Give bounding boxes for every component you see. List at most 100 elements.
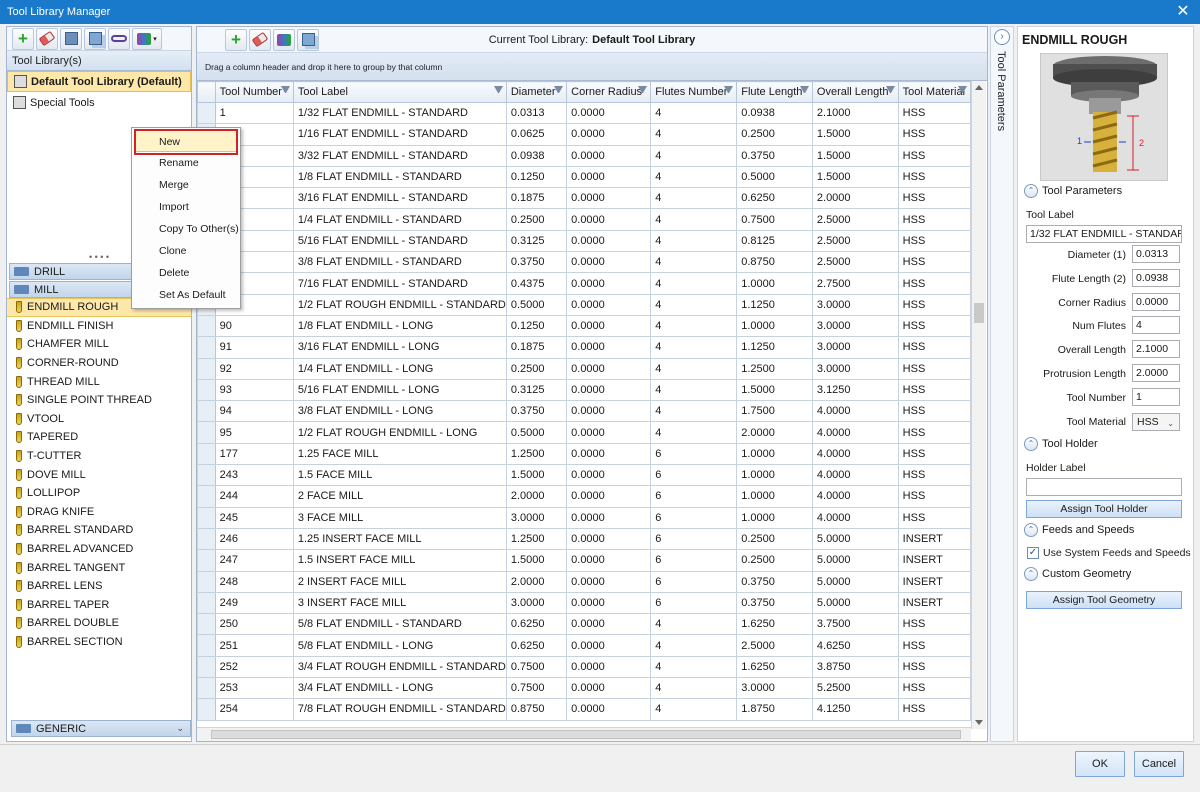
table-row[interactable]: 93 5/16 FLAT ENDMILL - LONG 0.3125 0.0000 4 1…: [197, 378, 971, 402]
table-row[interactable]: 3/16 FLAT ENDMILL - STANDARD 0.1875 0.0000…: [197, 187, 971, 210]
row-selector[interactable]: [197, 613, 216, 636]
view-library-button[interactable]: [108, 27, 130, 50]
table-cell[interactable]: 3 INSERT FACE MILL: [292, 591, 507, 615]
add-library-button[interactable]: +: [12, 27, 34, 50]
filter-icon[interactable]: [493, 86, 503, 96]
close-icon[interactable]: ✕: [1174, 3, 1192, 21]
table-cell[interactable]: 1.25 FACE MILL: [292, 442, 507, 466]
table-cell[interactable]: 3.0000: [736, 677, 813, 700]
table-cell[interactable]: 0.0000: [566, 336, 652, 359]
table-cell[interactable]: 0.3750: [736, 591, 813, 615]
table-cell[interactable]: 3/8 FLAT ENDMILL - STANDARD: [292, 251, 507, 274]
table-cell[interactable]: 92: [214, 357, 294, 380]
table-cell[interactable]: 94: [214, 400, 294, 423]
table-cell[interactable]: INSERT: [897, 570, 971, 593]
filter-tool-button[interactable]: [273, 28, 295, 51]
param-input[interactable]: 0.0000: [1132, 292, 1180, 311]
table-row[interactable]: 92 1/4 FLAT ENDMILL - LONG 0.2500 0.0000 4 1.…: [197, 357, 971, 380]
tool-type-item[interactable]: ENDMILL FINISH: [7, 317, 191, 336]
table-row[interactable]: 245 3 FACE MILL 3.0000 0.0000 6 1.0000 4.0000 H…: [197, 506, 971, 529]
filter-icon[interactable]: [554, 86, 564, 96]
ok-button[interactable]: OK: [1075, 751, 1125, 777]
table-cell[interactable]: 1/4 FLAT ENDMILL - STANDARD: [292, 208, 507, 231]
tool-type-item[interactable]: CORNER-ROUND: [7, 354, 191, 373]
filter-icon[interactable]: [280, 86, 290, 96]
table-cell[interactable]: 5.2500: [811, 677, 899, 700]
table-cell[interactable]: HSS: [897, 378, 971, 402]
tool-type-item[interactable]: BARREL SECTION: [7, 633, 191, 652]
context-menu-item[interactable]: Set As Default: [132, 284, 240, 306]
tool-parameters-tab[interactable]: › Tool Parameters: [990, 26, 1014, 742]
table-cell[interactable]: 0.0000: [566, 527, 652, 551]
context-menu-item[interactable]: New: [135, 130, 237, 152]
row-selector[interactable]: [197, 485, 216, 508]
tool-type-item[interactable]: BARREL STANDARD: [7, 521, 191, 540]
table-cell[interactable]: 4: [650, 229, 738, 253]
table-cell[interactable]: 1/2 FLAT ROUGH ENDMILL - LONG: [292, 421, 507, 444]
tool-type-item[interactable]: THREAD MILL: [7, 372, 191, 391]
table-cell[interactable]: 4: [650, 101, 738, 125]
table-cell[interactable]: 0.0000: [566, 251, 652, 274]
table-cell[interactable]: 247: [214, 549, 294, 572]
table-cell[interactable]: 5.0000: [811, 527, 899, 551]
table-cell[interactable]: 1.0000: [736, 272, 813, 295]
erase-tool-button[interactable]: [249, 28, 271, 51]
horizontal-scrollbar[interactable]: [197, 727, 971, 741]
table-cell[interactable]: 6: [650, 485, 738, 508]
table-cell[interactable]: 3/4 FLAT ENDMILL - LONG: [292, 677, 507, 700]
table-cell[interactable]: HSS: [897, 272, 971, 295]
table-cell[interactable]: 0.0000: [566, 442, 652, 466]
table-row[interactable]: 252 3/4 FLAT ROUGH ENDMILL - STANDARD 0.75…: [197, 655, 971, 679]
table-cell[interactable]: 0.3125: [505, 229, 568, 253]
table-cell[interactable]: 1.5000: [505, 464, 568, 487]
table-cell[interactable]: 4: [650, 613, 738, 636]
table-cell[interactable]: 1.7500: [736, 400, 813, 423]
table-cell[interactable]: 0.0000: [566, 400, 652, 423]
table-cell[interactable]: 0.3125: [505, 378, 568, 402]
tool-type-item[interactable]: TAPERED: [7, 428, 191, 447]
table-cell[interactable]: 0.5000: [505, 421, 568, 444]
table-cell[interactable]: 1.1250: [736, 336, 813, 359]
table-cell[interactable]: 4: [650, 208, 738, 231]
table-cell[interactable]: 1.5000: [811, 165, 899, 189]
row-selector[interactable]: [197, 314, 216, 338]
column-header[interactable]: Overall Length: [811, 81, 899, 103]
table-cell[interactable]: 4.0000: [811, 421, 899, 444]
table-cell[interactable]: 3 FACE MILL: [292, 506, 507, 529]
table-cell[interactable]: 0.3750: [736, 144, 813, 167]
tool-holder-section[interactable]: ⌃ Tool Holder: [1024, 437, 1098, 451]
export-tool-button[interactable]: [297, 28, 319, 51]
table-row[interactable]: 1/4 FLAT ENDMILL - STANDARD 0.2500 0.0000 4…: [197, 208, 971, 231]
table-cell[interactable]: 0.7500: [736, 208, 813, 231]
table-cell[interactable]: 0.0000: [566, 293, 652, 316]
table-cell[interactable]: 90: [214, 314, 294, 338]
context-menu-item[interactable]: Delete: [132, 262, 240, 284]
table-cell[interactable]: HSS: [897, 314, 971, 338]
table-cell[interactable]: 6: [650, 464, 738, 487]
add-tool-button[interactable]: +: [225, 28, 247, 51]
table-row[interactable]: 249 3 INSERT FACE MILL 3.0000 0.0000 6 0.3750…: [197, 591, 971, 615]
table-cell[interactable]: 1.0000: [736, 464, 813, 487]
use-system-feeds-checkbox[interactable]: ✓: [1027, 547, 1039, 559]
table-cell[interactable]: 5.0000: [811, 591, 899, 615]
table-cell[interactable]: 0.0000: [566, 123, 652, 146]
table-cell[interactable]: HSS: [897, 464, 971, 487]
table-cell[interactable]: 0.0938: [505, 144, 568, 167]
table-cell[interactable]: HSS: [897, 123, 971, 146]
hscroll-thumb[interactable]: [211, 730, 961, 739]
group-generic[interactable]: GENERIC ⌄: [11, 720, 191, 737]
table-cell[interactable]: 0.8125: [736, 229, 813, 253]
table-cell[interactable]: 0.2500: [736, 123, 813, 146]
table-cell[interactable]: 2.5000: [811, 251, 899, 274]
table-cell[interactable]: 93: [214, 378, 294, 402]
table-cell[interactable]: 3.1250: [811, 378, 899, 402]
table-cell[interactable]: 3.0000: [505, 591, 568, 615]
table-cell[interactable]: 6: [650, 570, 738, 593]
table-row[interactable]: 177 1.25 FACE MILL 1.2500 0.0000 6 1.0000 4.00…: [197, 442, 971, 466]
context-menu-item[interactable]: Rename: [132, 152, 240, 174]
assign-tool-geometry-button[interactable]: Assign Tool Geometry: [1026, 591, 1182, 609]
table-cell[interactable]: 4.0000: [811, 442, 899, 466]
tool-type-item[interactable]: BARREL LENS: [7, 577, 191, 596]
table-cell[interactable]: 0.0000: [566, 378, 652, 402]
table-cell[interactable]: 1.5000: [736, 378, 813, 402]
